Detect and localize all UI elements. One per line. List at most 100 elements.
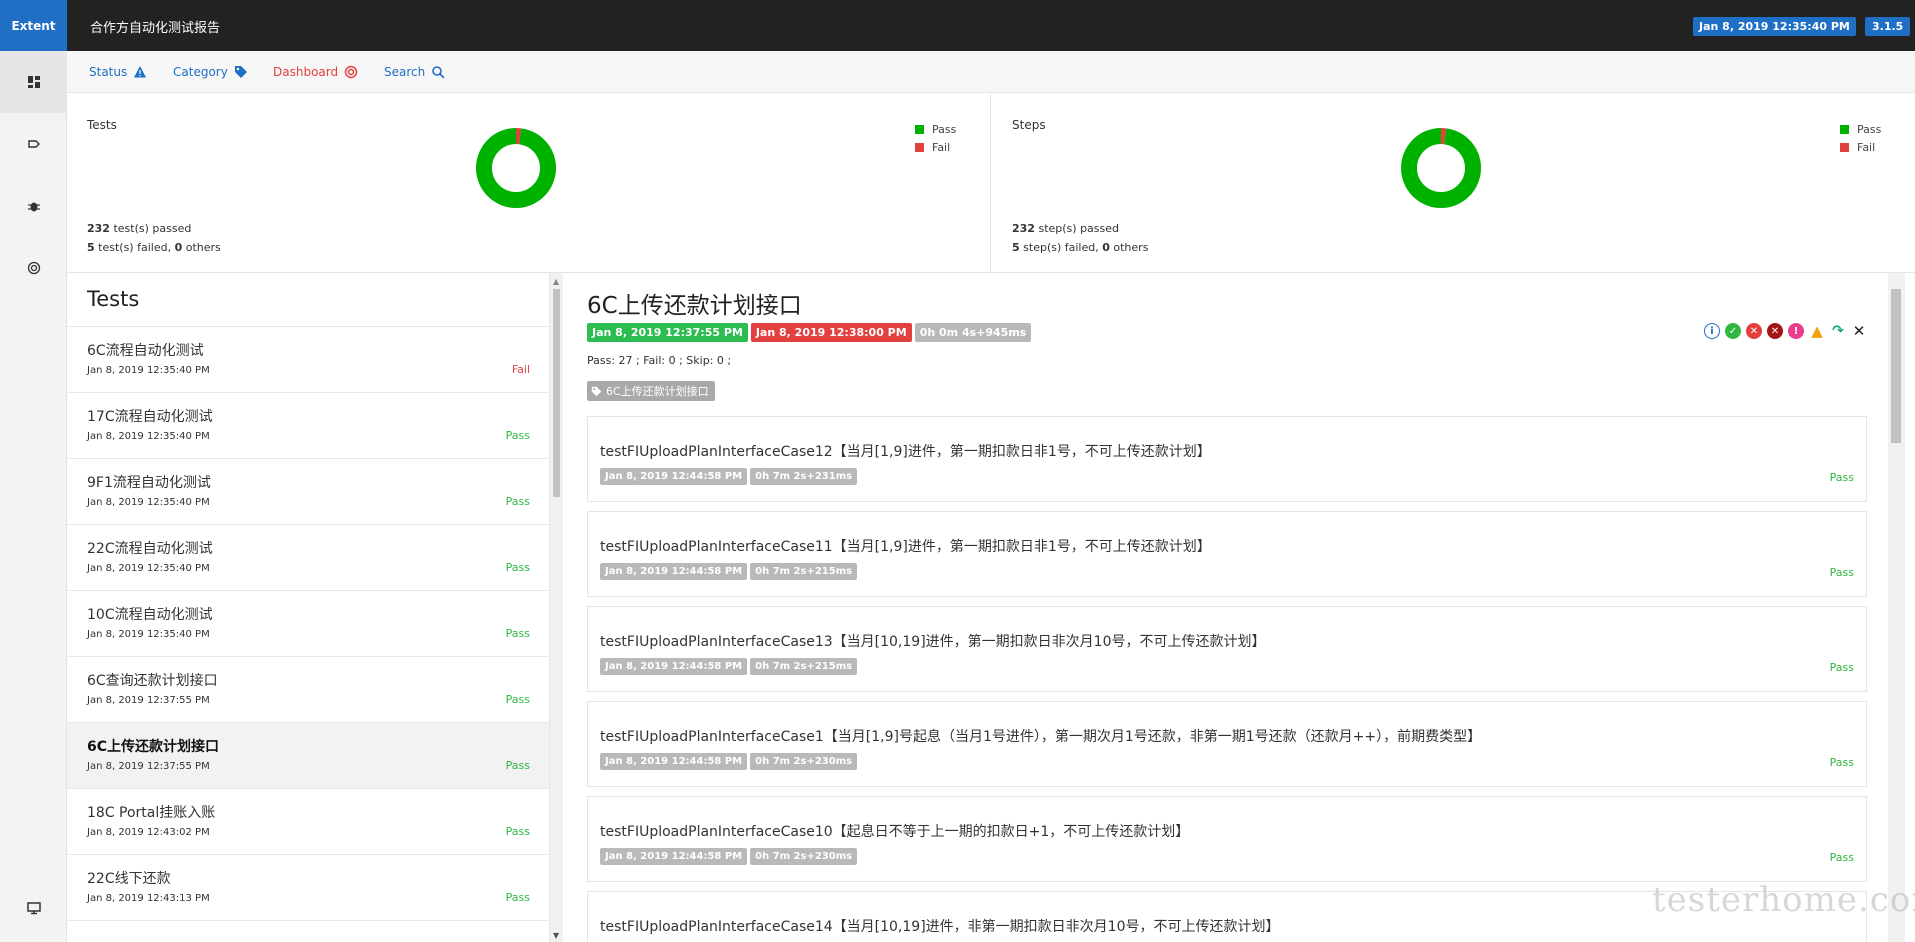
legend-pass: Pass	[1840, 120, 1881, 138]
report-name: 合作方自动化测试报告	[90, 21, 221, 36]
legend-fail-label: Fail	[932, 140, 951, 154]
scroll-down-icon[interactable]: ▼	[553, 931, 559, 940]
test-list-item[interactable]: 22C流程自动化测试 Jan 8, 2019 12:35:40 PM Pass	[67, 525, 549, 591]
legend-pass-label: Pass	[1857, 122, 1882, 136]
fatal-x-icon[interactable]: ✕	[1767, 323, 1783, 339]
test-status: Pass	[505, 891, 530, 904]
sub-nav: Status Category Dashboard Search	[67, 51, 1915, 93]
nav-dashboard-target[interactable]	[0, 237, 67, 299]
legend-pass-label: Pass	[932, 122, 957, 136]
target-icon	[344, 65, 358, 79]
subnav-category[interactable]: Category	[173, 65, 248, 79]
subnav-dashboard[interactable]: Dashboard	[273, 65, 358, 79]
subnav-category-label: Category	[173, 65, 228, 79]
search-icon	[432, 66, 445, 79]
subnav-status[interactable]: Status	[89, 65, 147, 79]
node-name: testFIUploadPlanInterfaceCase1【当月[1,9]号起…	[600, 729, 1482, 745]
fail-x-icon[interactable]: ✕	[1746, 323, 1762, 339]
warning-icon[interactable]: ▲	[1809, 322, 1825, 340]
detail-scrollbar[interactable]	[1888, 273, 1905, 942]
test-node[interactable]: testFIUploadPlanInterfaceCase13【当月[10,19…	[587, 606, 1867, 692]
steps-panel-title: Steps	[1012, 118, 1046, 132]
test-list-scrollbar[interactable]: ▲ ▼	[550, 273, 563, 942]
node-badges: Jan 8, 2019 12:44:58 PM 0h 7m 2s+230ms	[600, 753, 858, 770]
node-name: testFIUploadPlanInterfaceCase13【当月[10,19…	[600, 634, 1266, 650]
node-name: testFIUploadPlanInterfaceCase11【当月[1,9]进…	[600, 539, 1211, 555]
test-list-item[interactable]: 18C Portal挂账入账 Jan 8, 2019 12:43:02 PM Pas…	[67, 789, 549, 855]
test-list-item[interactable]: 17C流程自动化测试 Jan 8, 2019 12:35:40 PM Pass	[67, 393, 549, 459]
start-time-badge: Jan 8, 2019 12:37:55 PM	[587, 323, 748, 342]
test-name: 22C线下还款	[87, 871, 171, 887]
tag-icon	[234, 66, 247, 78]
info-icon[interactable]: i	[1704, 323, 1720, 339]
legend-fail-label: Fail	[1857, 140, 1876, 154]
node-time-badge: Jan 8, 2019 12:44:58 PM	[600, 468, 748, 485]
legend-fail: Fail	[915, 138, 956, 156]
test-list: Tests 6C流程自动化测试 Jan 8, 2019 12:35:40 PM Fa…	[67, 273, 550, 942]
dashboard-grid-icon	[27, 76, 40, 88]
subnav-search[interactable]: Search	[384, 65, 445, 79]
node-status: Pass	[1829, 471, 1854, 484]
end-time-badge: Jan 8, 2019 12:38:00 PM	[750, 323, 912, 342]
error-icon[interactable]: !	[1788, 323, 1804, 339]
legend-fail: Fail	[1840, 138, 1881, 156]
test-name: 9F1流程自动化测试	[87, 475, 211, 491]
test-time: Jan 8, 2019 12:37:55 PM	[87, 695, 210, 706]
test-node[interactable]: testFIUploadPlanInterfaceCase10【起息日不等于上一…	[587, 796, 1867, 882]
nav-environment[interactable]	[0, 877, 67, 939]
close-icon[interactable]: ✕	[1851, 322, 1867, 340]
node-badges: Jan 8, 2019 12:44:58 PM 0h 7m 2s+231ms	[600, 468, 858, 485]
tag-icon	[27, 140, 40, 148]
status-filter-icons: i ✓ ✕ ✕ ! ▲ ↷ ✕	[1704, 322, 1867, 340]
test-status: Pass	[505, 825, 530, 838]
category-tag[interactable]: 6C上传还款计划接口	[587, 381, 715, 401]
test-status: Pass	[505, 561, 530, 574]
brand-logo[interactable]: Extent	[0, 0, 67, 51]
test-status: Fail	[511, 363, 530, 376]
steps-failed-stat: 5 step(s) failed, 0 others	[1012, 241, 1149, 254]
scroll-up-icon[interactable]: ▲	[553, 277, 559, 286]
detail-badges: Jan 8, 2019 12:37:55 PM Jan 8, 2019 12:3…	[587, 323, 1032, 342]
scrollbar-thumb[interactable]	[553, 289, 560, 497]
tests-legend: Pass Fail	[915, 120, 956, 156]
test-list-item[interactable]: 6C上传还款计划接口 Jan 8, 2019 12:37:55 PM Pass	[67, 723, 549, 789]
bug-icon	[27, 202, 40, 212]
test-list-item[interactable]: 10C流程自动化测试 Jan 8, 2019 12:35:40 PM Pass	[67, 591, 549, 657]
subnav-search-label: Search	[384, 65, 426, 79]
test-status: Pass	[505, 495, 530, 508]
tests-panel-title: Tests	[87, 118, 117, 132]
skip-icon[interactable]: ↷	[1830, 323, 1846, 339]
test-list-title: Tests	[87, 287, 140, 311]
nav-bugs[interactable]	[0, 175, 67, 237]
test-detail: 6C上传还款计划接口 Jan 8, 2019 12:37:55 PM Jan 8…	[563, 273, 1888, 942]
test-name: 6C流程自动化测试	[87, 343, 204, 359]
test-time: Jan 8, 2019 12:43:02 PM	[87, 827, 210, 838]
node-status: Pass	[1829, 756, 1854, 769]
detail-title: 6C上传还款计划接口	[587, 293, 802, 319]
test-status: Pass	[505, 759, 530, 772]
donut-slice-pass	[1401, 128, 1481, 208]
test-list-item[interactable]: 6C流程自动化测试 Jan 8, 2019 12:35:40 PM Fail	[67, 327, 549, 393]
test-node[interactable]: testFIUploadPlanInterfaceCase11【当月[1,9]进…	[587, 511, 1867, 597]
test-node[interactable]: testFIUploadPlanInterfaceCase1【当月[1,9]号起…	[587, 701, 1867, 787]
pass-check-icon[interactable]: ✓	[1725, 323, 1741, 339]
nav-tags[interactable]	[0, 113, 67, 175]
test-list-item[interactable]: 9F1流程自动化测试 Jan 8, 2019 12:35:40 PM Pass	[67, 459, 549, 525]
node-badges: Jan 8, 2019 12:44:58 PM 0h 7m 2s+215ms	[600, 563, 858, 580]
scrollbar-thumb[interactable]	[1891, 289, 1901, 443]
tests-failed-stat: 5 test(s) failed, 0 others	[87, 241, 221, 254]
node-time-badge: Jan 8, 2019 12:44:58 PM	[600, 753, 748, 770]
subnav-dashboard-label: Dashboard	[273, 65, 339, 79]
tests-summary-panel: Tests Pass Fail 232 test(s) passed 5 tes…	[67, 94, 991, 272]
node-name: testFIUploadPlanInterfaceCase12【当月[1,9]进…	[600, 444, 1211, 460]
test-list-item[interactable]: 22C线下还款 Jan 8, 2019 12:43:13 PM Pass	[67, 855, 549, 921]
test-name: 6C上传还款计划接口	[87, 739, 220, 755]
node-badges: Jan 8, 2019 12:44:58 PM 0h 7m 2s+230ms	[600, 848, 858, 865]
node-name: testFIUploadPlanInterfaceCase10【起息日不等于上一…	[600, 824, 1190, 840]
test-list-item[interactable]: 6C查询还款计划接口 Jan 8, 2019 12:37:55 PM Pass	[67, 657, 549, 723]
node-duration-badge: 0h 7m 2s+230ms	[750, 848, 858, 865]
test-node[interactable]: testFIUploadPlanInterfaceCase12【当月[1,9]进…	[587, 416, 1867, 502]
test-name: 22C流程自动化测试	[87, 541, 213, 557]
category-tag-label: 6C上传还款计划接口	[606, 385, 709, 398]
nav-dashboard[interactable]	[0, 51, 67, 113]
